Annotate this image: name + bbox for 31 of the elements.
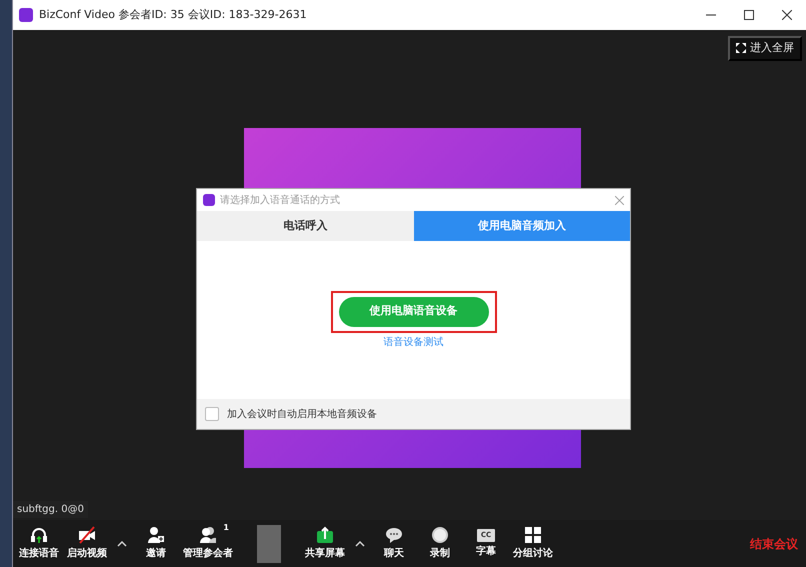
headset-icon bbox=[30, 526, 48, 544]
add-person-icon bbox=[147, 526, 165, 544]
camera-off-icon bbox=[78, 526, 96, 544]
chat-button[interactable]: 聊天 bbox=[371, 526, 417, 561]
caret-icon[interactable] bbox=[117, 541, 127, 548]
caret-icon[interactable] bbox=[355, 541, 365, 548]
share-screen-button[interactable]: 共享屏幕 bbox=[301, 526, 349, 561]
breakout-button[interactable]: 分组讨论 bbox=[509, 526, 557, 561]
fullscreen-button[interactable]: 进入全屏 bbox=[728, 36, 802, 60]
checkbox-label: 加入会议时自动启用本地音频设备 bbox=[227, 408, 377, 422]
close-icon[interactable] bbox=[782, 10, 792, 20]
app-logo-icon bbox=[203, 194, 215, 206]
invite-button[interactable]: 邀请 bbox=[133, 526, 179, 561]
dialog-title: 请选择加入语音通话的方式 bbox=[220, 194, 340, 208]
blurred-area bbox=[257, 524, 281, 562]
share-screen-icon bbox=[316, 526, 334, 544]
join-audio-button[interactable]: 连接语音 bbox=[15, 526, 63, 561]
expand-icon bbox=[736, 43, 746, 54]
end-meeting-button[interactable]: 结束会议 bbox=[744, 534, 804, 552]
record-button[interactable]: 录制 bbox=[417, 526, 463, 561]
speech-bubble-icon bbox=[385, 526, 403, 544]
window-title: BizConf Video 参会者ID: 35 会议ID: 183-329-2631 bbox=[39, 6, 307, 23]
app-logo-icon bbox=[19, 8, 33, 22]
checkbox[interactable] bbox=[205, 407, 219, 421]
start-video-button[interactable]: 启动视频 bbox=[63, 526, 111, 561]
record-icon bbox=[431, 526, 449, 544]
people-icon bbox=[199, 526, 217, 544]
participant-name: subftgg. 0@0 bbox=[13, 501, 88, 518]
maximize-icon[interactable] bbox=[744, 10, 754, 20]
grid-icon bbox=[524, 526, 542, 544]
tab[interactable]: 电话呼入 bbox=[197, 211, 414, 241]
